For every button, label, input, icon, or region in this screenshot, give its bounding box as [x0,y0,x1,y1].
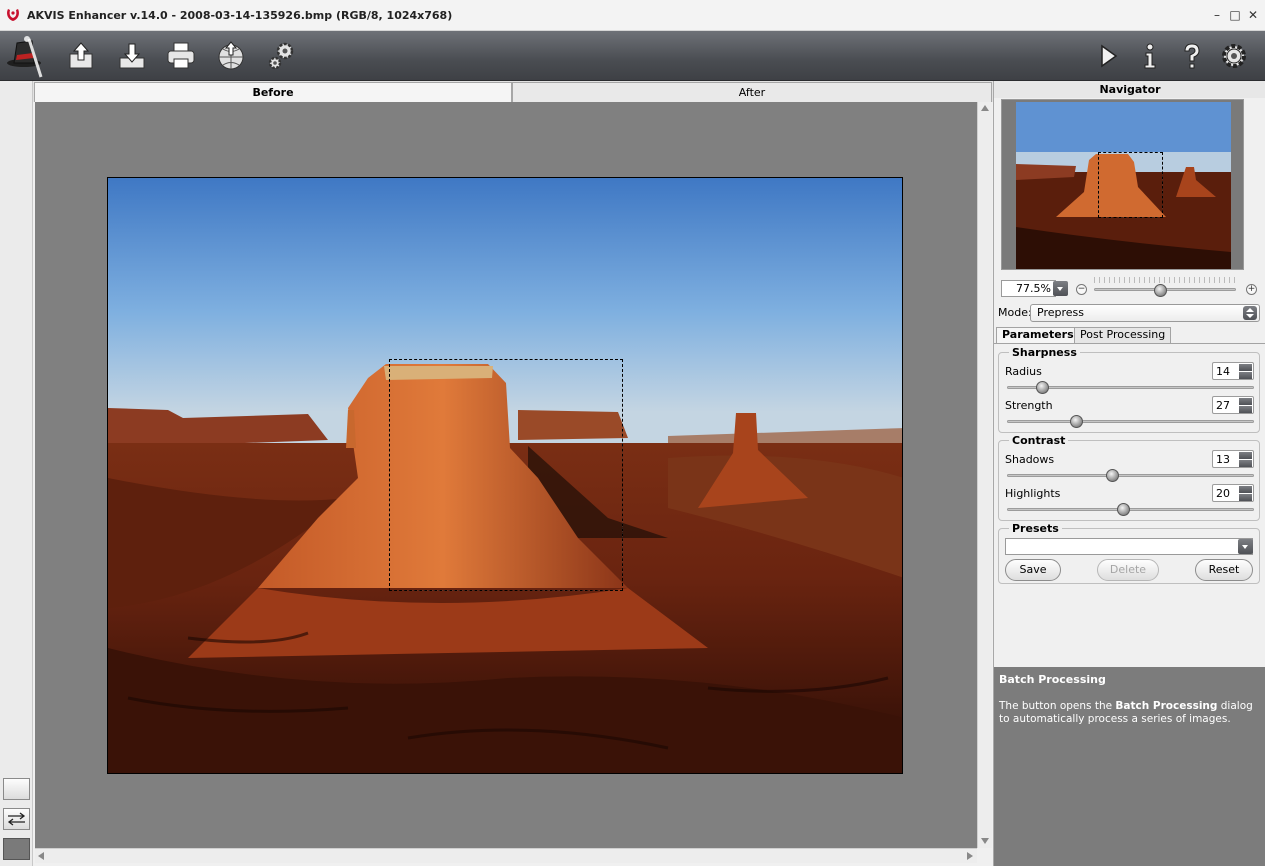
presets-select[interactable] [1005,538,1253,555]
highlights-slider-track[interactable] [1007,508,1254,511]
highlights-label: Highlights [1005,487,1061,500]
radius-spinner[interactable]: 14 [1212,362,1254,380]
help-text-start: The button opens the [999,700,1116,712]
highlights-spinner[interactable]: 20 [1212,484,1254,502]
close-button[interactable]: ✕ [1246,7,1260,23]
save-image-icon[interactable] [113,37,151,75]
zoom-out-icon[interactable]: − [1076,284,1087,295]
help-text-bold: Batch Processing [1115,700,1218,712]
highlights-down-icon[interactable] [1239,494,1252,501]
shadows-slider-track[interactable] [1007,474,1254,477]
tab-parameters[interactable]: Parameters [996,327,1080,343]
horizontal-scrollbar[interactable] [35,848,977,863]
help-panel: Batch Processing The button opens the Ba… [994,667,1265,866]
navigator-thumbnail[interactable] [1001,99,1244,270]
help-icon[interactable] [1173,37,1211,75]
presets-title: Presets [1009,522,1062,535]
highlights-up-icon[interactable] [1239,486,1252,493]
sharpness-title: Sharpness [1009,346,1080,359]
strength-label: Strength [1005,399,1053,412]
radius-value: 14 [1216,365,1230,378]
settings-panel: Navigator 77.5% − + Mode: Prepress Param [993,81,1265,866]
minimize-button[interactable]: – [1210,7,1224,23]
maximize-button[interactable]: □ [1228,7,1242,23]
presets-group: Presets Save Delete Reset [998,522,1260,584]
magic-hat-icon[interactable] [5,33,45,79]
contrast-group: Contrast Shadows 13 Highlights 20 [998,434,1260,521]
mode-dropdown-icon[interactable] [1243,306,1257,320]
highlights-value: 20 [1216,487,1230,500]
title-bar: AKVIS Enhancer v.14.0 - 2008-03-14-13592… [0,0,1265,31]
mode-label: Mode: [998,306,1032,319]
sharpness-group: Sharpness Radius 14 Strength 27 [998,346,1260,433]
zoom-ticks [1094,277,1236,283]
tab-post-processing[interactable]: Post Processing [1074,327,1172,343]
scroll-left-icon[interactable] [38,852,44,860]
delete-preset-button[interactable]: Delete [1097,559,1159,581]
swap-view-button[interactable] [3,808,30,830]
single-view-button[interactable] [3,778,30,800]
panel-tabs-baseline [994,343,1265,344]
publish-icon[interactable] [212,37,250,75]
akvis-logo-icon [5,7,21,23]
reset-button[interactable]: Reset [1195,559,1253,581]
window-title: AKVIS Enhancer v.14.0 - 2008-03-14-13592… [27,9,453,22]
strength-slider-thumb[interactable] [1070,415,1083,428]
navigator-title: Navigator [994,81,1265,98]
shadows-down-icon[interactable] [1239,460,1252,467]
shadows-label: Shadows [1005,453,1055,466]
open-image-icon[interactable] [62,37,100,75]
run-icon[interactable] [1089,37,1127,75]
radius-down-icon[interactable] [1239,372,1252,379]
strength-down-icon[interactable] [1239,406,1252,413]
strength-spinner[interactable]: 27 [1212,396,1254,414]
navigator-selection-frame[interactable] [389,359,623,591]
print-icon[interactable] [162,37,200,75]
shadows-spinner[interactable]: 13 [1212,450,1254,468]
vertical-scrollbar[interactable] [977,102,992,848]
scroll-up-icon[interactable] [981,105,989,111]
zoom-field[interactable]: 77.5% [1001,280,1056,297]
zoom-dropdown-icon[interactable] [1053,281,1068,296]
mode-select[interactable]: Prepress [1030,304,1260,322]
save-preset-button[interactable]: Save [1005,559,1061,581]
scroll-down-icon[interactable] [981,838,989,844]
zoom-slider-thumb[interactable] [1154,284,1167,297]
highlights-slider-thumb[interactable] [1117,503,1130,516]
mode-value: Prepress [1037,306,1084,319]
strength-slider-track[interactable] [1007,420,1254,423]
settings-icon[interactable] [1215,37,1253,75]
presets-dropdown-icon[interactable] [1238,539,1253,554]
contrast-title: Contrast [1009,434,1069,447]
batch-processing-icon[interactable] [262,37,300,75]
background-color-button[interactable] [3,838,30,860]
help-title: Batch Processing [999,673,1106,686]
radius-slider-thumb[interactable] [1036,381,1049,394]
info-icon[interactable] [1131,37,1169,75]
main-toolbar [0,31,1265,81]
tab-after[interactable]: After [512,82,992,102]
scroll-right-icon[interactable] [967,852,973,860]
shadows-value: 13 [1216,453,1230,466]
tab-before[interactable]: Before [34,82,512,102]
view-tabs: Before After [33,81,993,102]
strength-value: 27 [1216,399,1230,412]
navigator-viewport-frame[interactable] [1098,152,1163,218]
shadows-up-icon[interactable] [1239,452,1252,459]
image-preview[interactable] [107,177,903,774]
shadows-slider-thumb[interactable] [1106,469,1119,482]
strength-up-icon[interactable] [1239,398,1252,405]
left-tool-strip [0,81,33,866]
radius-up-icon[interactable] [1239,364,1252,371]
help-text: The button opens the Batch Processing di… [999,700,1261,726]
zoom-in-icon[interactable]: + [1246,284,1257,295]
radius-label: Radius [1005,365,1042,378]
